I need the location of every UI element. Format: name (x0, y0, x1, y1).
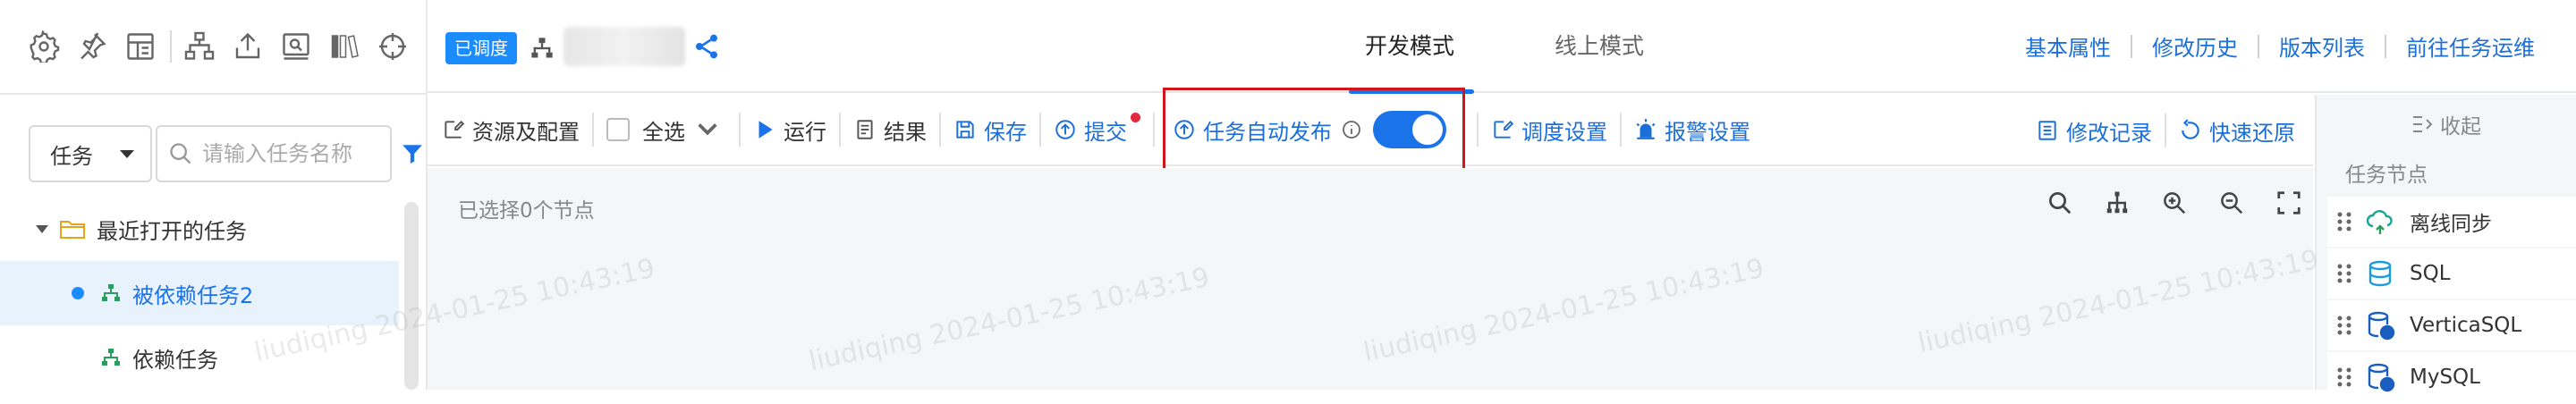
task-name-blurred (564, 27, 685, 66)
node-type-list: 离线同步 SQL VerticaSQL MySQL (2327, 197, 2576, 404)
hierarchy-icon[interactable] (179, 26, 220, 67)
active-dot-icon (72, 287, 84, 299)
tab-dev-mode[interactable]: 开发模式 (1365, 29, 1454, 61)
edit-icon (445, 120, 465, 139)
node-palette-panel: 收起 任务节点 离线同步 SQL VerticaSQL MySQL (2315, 95, 2576, 402)
task-type-select[interactable]: 任务 (29, 125, 152, 182)
task-tree: 最近打开的任务 被依赖任务2 依赖任务 (0, 197, 399, 390)
quick-restore-button[interactable]: 快速还原 (2179, 95, 2295, 166)
task-type-value: 任务 (50, 143, 93, 169)
task-search-box[interactable] (156, 125, 392, 182)
checkbox-icon[interactable] (606, 118, 630, 141)
folder-icon (60, 221, 85, 239)
tree-item-label: 依赖任务 (132, 347, 218, 373)
sidebar-scrollbar[interactable] (404, 202, 419, 390)
list-icon (2038, 121, 2056, 140)
filter-icon[interactable] (401, 142, 424, 165)
hierarchy-icon[interactable] (2104, 189, 2131, 216)
auto-publish-highlight (1163, 88, 1465, 181)
submit-button[interactable]: 提交 (1054, 94, 1140, 165)
node-item-mysql[interactable]: MySQL (2327, 352, 2576, 402)
chevron-down-icon[interactable] (696, 118, 719, 141)
drag-handle-icon[interactable] (2334, 314, 2354, 337)
vertica-db-icon (2368, 311, 2395, 341)
node-item-sql[interactable]: SQL (2327, 248, 2576, 299)
link-basic-properties[interactable]: 基本属性 (2025, 30, 2111, 62)
toolbar-divider (170, 30, 172, 63)
notification-dot (1131, 112, 1140, 122)
selection-count: 已选择0个节点 (458, 199, 595, 223)
task-filter-row: 任务 (29, 125, 424, 182)
tab-online-mode[interactable]: 线上模式 (1555, 29, 1644, 61)
share-icon[interactable] (692, 32, 721, 61)
search-icon[interactable] (2046, 189, 2073, 216)
play-icon (758, 121, 773, 139)
task-search-input[interactable] (202, 141, 381, 166)
search-icon (170, 143, 191, 164)
export-icon[interactable] (227, 26, 268, 67)
tree-item-depended-task-2[interactable]: 被依赖任务2 (0, 261, 399, 325)
search-code-icon[interactable] (275, 26, 317, 67)
drag-handle-icon[interactable] (2334, 210, 2354, 233)
editor-header: 已调度 开发模式 线上模式 基本属性 修改历史 版本列表 前往任务运维 (428, 0, 2576, 94)
resources-config-button[interactable]: 资源及配置 (442, 94, 580, 165)
collapse-button[interactable]: 收起 (2411, 109, 2481, 139)
caret-down-icon[interactable] (36, 224, 48, 233)
node-item-offline-sync[interactable]: 离线同步 (2327, 197, 2576, 247)
result-button[interactable]: 结果 (853, 94, 927, 165)
header-links: 基本属性 修改历史 版本列表 前往任务运维 (2025, 30, 2535, 62)
save-icon (956, 121, 974, 139)
drag-handle-icon[interactable] (2334, 366, 2354, 389)
document-icon (857, 120, 873, 139)
workflow-icon (531, 38, 553, 58)
sidebar-divider (0, 93, 426, 95)
sidebar-top-toolbar (0, 0, 426, 93)
zoom-in-icon[interactable] (2161, 189, 2188, 216)
change-log-button[interactable]: 修改记录 (2036, 95, 2152, 166)
database-icon (2368, 260, 2392, 287)
schedule-settings-button[interactable]: 调度设置 (1491, 94, 1607, 165)
drag-handle-icon[interactable] (2334, 262, 2354, 285)
layout-icon[interactable] (120, 26, 161, 67)
pin-icon[interactable] (72, 26, 113, 67)
collapse-icon (2413, 116, 2433, 132)
upload-circle-icon (1055, 120, 1075, 139)
caret-down-icon (120, 149, 134, 158)
settings-icon[interactable] (23, 26, 64, 67)
link-version-list[interactable]: 版本列表 (2279, 30, 2365, 62)
zoom-out-icon[interactable] (2218, 189, 2245, 216)
link-goto-task-ops[interactable]: 前往任务运维 (2406, 30, 2535, 62)
edit-icon (1494, 120, 1514, 139)
target-icon[interactable] (372, 26, 413, 67)
workflow-icon (102, 349, 120, 366)
select-all-checkbox[interactable]: 全选 (606, 94, 726, 165)
canvas-tools (2016, 189, 2302, 216)
tree-item-label: 最近打开的任务 (97, 218, 247, 244)
library-icon[interactable] (324, 26, 365, 67)
workflow-icon (102, 284, 120, 301)
status-badge: 已调度 (445, 32, 517, 64)
restore-icon (2182, 119, 2199, 139)
panel-title: 任务节点 (2345, 164, 2428, 187)
tree-item-label: 被依赖任务2 (132, 282, 254, 308)
node-item-verticasql[interactable]: VerticaSQL (2327, 300, 2576, 350)
alarm-settings-button[interactable]: 报警设置 (1634, 94, 1750, 165)
dag-canvas[interactable]: 已选择0个节点 (428, 168, 2313, 390)
cloud-sync-icon (2366, 210, 2393, 234)
toolbar-right-group: 修改记录 快速还原 (2036, 95, 2295, 166)
run-button[interactable]: 运行 (753, 94, 826, 165)
tree-item-recent-tasks[interactable]: 最近打开的任务 (0, 197, 399, 261)
mysql-db-icon (2368, 363, 2395, 392)
link-modify-history[interactable]: 修改历史 (2152, 30, 2238, 62)
save-button[interactable]: 保存 (953, 94, 1027, 165)
fullscreen-icon[interactable] (2275, 189, 2302, 216)
left-sidebar: 任务 最近打开的任务 被依赖任务2 依赖任务 (0, 0, 428, 390)
tree-item-dependent-task[interactable]: 依赖任务 (0, 325, 399, 390)
alarm-icon (1636, 119, 1656, 139)
